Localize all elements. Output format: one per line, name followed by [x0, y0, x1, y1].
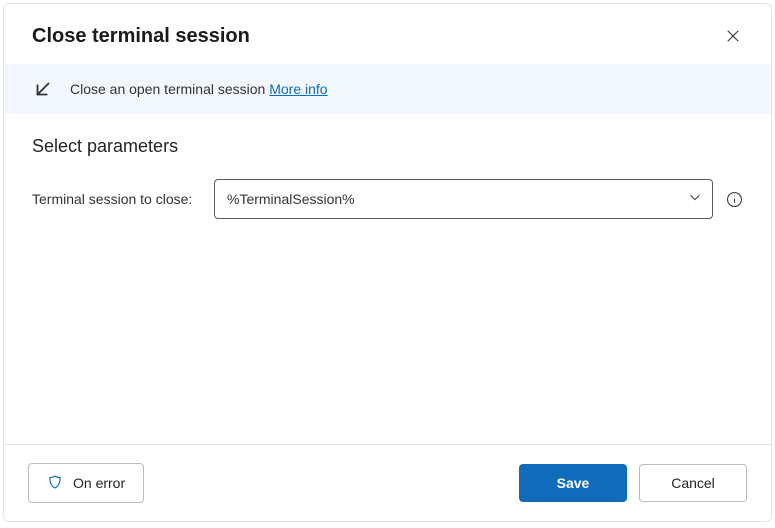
info-button[interactable]	[725, 190, 743, 208]
dialog-footer: On error Save Cancel	[4, 444, 771, 521]
shield-icon	[47, 474, 63, 493]
chevron-down-icon	[688, 190, 702, 209]
info-text: Close an open terminal session More info	[70, 81, 328, 97]
close-icon	[726, 29, 740, 43]
more-info-link[interactable]: More info	[269, 81, 327, 97]
on-error-button[interactable]: On error	[28, 463, 144, 503]
on-error-label: On error	[73, 475, 125, 491]
dialog-header: Close terminal session	[4, 4, 771, 64]
info-bar: Close an open terminal session More info	[4, 64, 771, 114]
info-icon	[726, 191, 743, 208]
section-title: Select parameters	[32, 136, 743, 157]
dialog-body: Select parameters Terminal session to cl…	[4, 114, 771, 444]
footer-actions: Save Cancel	[519, 464, 747, 502]
close-button[interactable]	[719, 22, 747, 50]
terminal-session-select[interactable]: %TerminalSession%	[214, 179, 713, 219]
dialog-title: Close terminal session	[32, 25, 250, 48]
save-button[interactable]: Save	[519, 464, 627, 502]
cancel-button[interactable]: Cancel	[639, 464, 747, 502]
info-description: Close an open terminal session	[70, 81, 265, 97]
select-value: %TerminalSession%	[227, 191, 355, 207]
arrow-down-left-icon	[32, 78, 54, 100]
param-label: Terminal session to close:	[32, 191, 202, 207]
dialog-close-terminal-session: Close terminal session Close an open ter…	[3, 3, 772, 522]
param-row: Terminal session to close: %TerminalSess…	[32, 179, 743, 219]
